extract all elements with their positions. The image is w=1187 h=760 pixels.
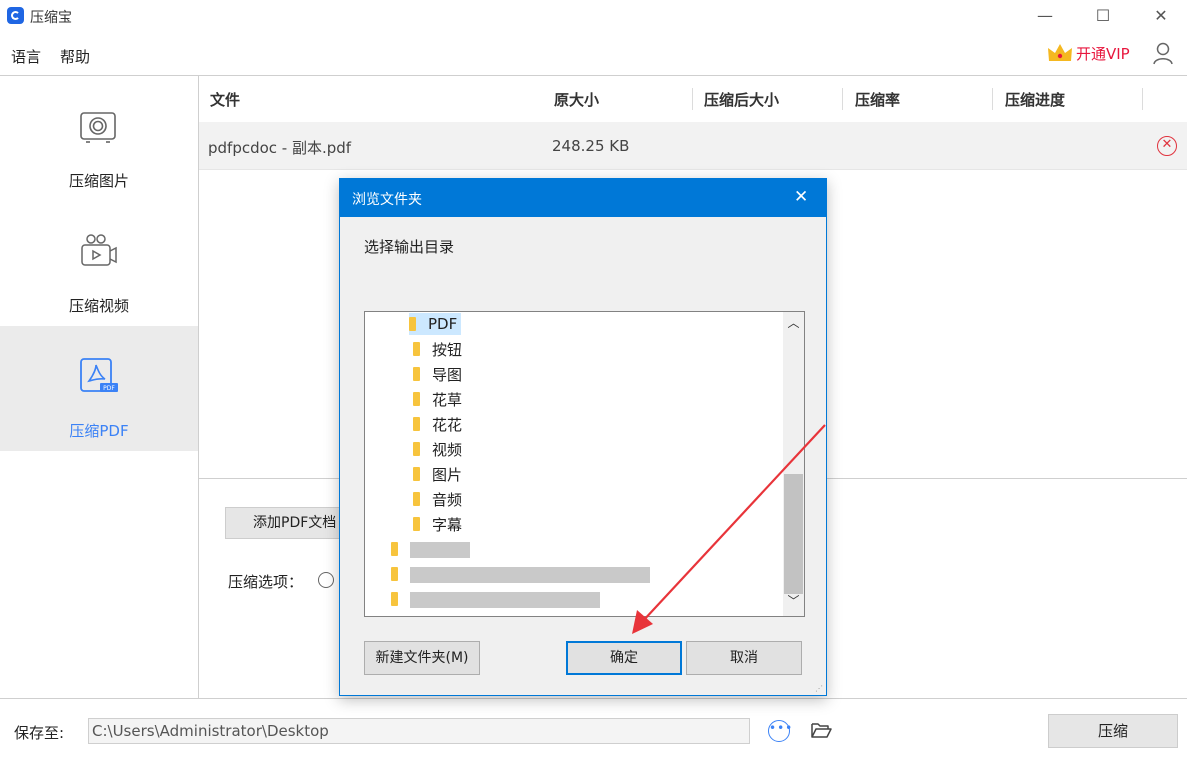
- add-pdf-button[interactable]: 添加PDF文档: [225, 507, 355, 539]
- user-icon[interactable]: [1152, 41, 1174, 65]
- folder-tree[interactable]: PDF 按钮 导图 花草 花花 视频 图片 音频 字幕 ︿ ﹀: [364, 311, 805, 617]
- folder-name: 花花: [432, 415, 463, 434]
- compress-options-label: 压缩选项：: [228, 573, 304, 591]
- remove-file-icon[interactable]: ✕: [1157, 136, 1177, 156]
- tree-item-pdf[interactable]: PDF: [409, 313, 462, 335]
- dialog-subtitle: 选择输出目录: [364, 238, 455, 256]
- tree-item[interactable]: 花草: [413, 388, 462, 410]
- tree-item-redacted[interactable]: [391, 588, 410, 610]
- column-separator: [842, 88, 843, 110]
- menu-bar: 语言 帮助: [0, 36, 1187, 74]
- more-options-icon[interactable]: •••: [768, 720, 792, 742]
- tree-item[interactable]: 音频: [413, 488, 462, 510]
- folder-name: 按钮: [432, 340, 463, 359]
- column-separator: [992, 88, 993, 110]
- folder-icon: [413, 492, 420, 506]
- title-bar: 压缩宝 — ☐ ✕: [0, 0, 1187, 34]
- dialog-close-icon[interactable]: ✕: [794, 187, 808, 207]
- save-to-label: 保存至:: [14, 724, 65, 742]
- camera-icon: [80, 112, 116, 143]
- tree-item[interactable]: 花花: [413, 413, 462, 435]
- tree-item[interactable]: 字幕: [413, 513, 462, 535]
- pdf-icon: PDF: [80, 358, 118, 392]
- sidebar-item-compress-video[interactable]: 压缩视频: [0, 201, 198, 326]
- video-camera-icon: [81, 234, 117, 266]
- folder-icon: [413, 517, 420, 531]
- folder-name: 字幕: [432, 515, 463, 534]
- tree-item[interactable]: 图片: [413, 463, 462, 485]
- folder-icon: [413, 392, 420, 406]
- column-compressed-size: 压缩后大小: [704, 91, 780, 109]
- scroll-thumb[interactable]: [784, 474, 803, 594]
- tree-item-redacted[interactable]: [391, 538, 410, 560]
- column-progress: 压缩进度: [1005, 91, 1066, 109]
- svg-text:PDF: PDF: [103, 385, 115, 392]
- footer-divider: [0, 698, 1187, 699]
- column-separator: [1142, 88, 1143, 110]
- sidebar-item-label: 压缩图片: [68, 172, 129, 190]
- folder-name: 音频: [432, 490, 463, 509]
- folder-icon: [413, 442, 420, 456]
- original-size-cell: 248.25 KB: [552, 137, 630, 155]
- folder-icon: [413, 417, 420, 431]
- sidebar-item-label: 压缩视频: [68, 297, 129, 315]
- compress-option-radio[interactable]: [318, 572, 334, 588]
- app-title: 压缩宝: [30, 10, 72, 26]
- tree-item[interactable]: 按钮: [413, 338, 462, 360]
- column-file: 文件: [210, 91, 241, 109]
- sidebar-item-label: 压缩PDF: [69, 422, 129, 440]
- vip-button[interactable]: 开通VIP: [1046, 40, 1130, 66]
- sidebar-item-compress-pdf[interactable]: PDF 压缩PDF: [0, 326, 198, 451]
- menu-help[interactable]: 帮助: [60, 46, 90, 67]
- tree-scrollbar[interactable]: ︿ ﹀: [783, 312, 804, 616]
- browse-folder-dialog: 浏览文件夹 ✕ 选择输出目录 PDF 按钮 导图 花草 花花 视频 图片 音频 …: [339, 178, 827, 696]
- maximize-button[interactable]: ☐: [1089, 4, 1117, 28]
- vip-label: 开通VIP: [1076, 44, 1130, 63]
- tree-item[interactable]: 导图: [413, 363, 462, 385]
- table-row[interactable]: pdfpcdoc - 副本.pdf 248.25 KB ✕: [199, 122, 1187, 170]
- folder-icon: [391, 592, 398, 606]
- folder-name: 图片: [432, 465, 463, 484]
- open-folder-icon[interactable]: [810, 720, 832, 740]
- compress-button[interactable]: 压缩: [1048, 714, 1178, 748]
- new-folder-button[interactable]: 新建文件夹(M): [364, 641, 480, 675]
- tree-item-redacted[interactable]: [391, 563, 410, 585]
- cancel-button[interactable]: 取消: [686, 641, 802, 675]
- minimize-button[interactable]: —: [1031, 4, 1059, 28]
- folder-icon: [391, 567, 398, 581]
- file-name-cell: pdfpcdoc - 副本.pdf: [208, 139, 352, 157]
- folder-name: 花草: [432, 390, 463, 409]
- folder-icon: [413, 467, 420, 481]
- menu-language[interactable]: 语言: [11, 46, 41, 67]
- folder-name: 导图: [432, 365, 463, 384]
- column-separator: [692, 88, 693, 110]
- folder-name: PDF: [428, 315, 458, 333]
- redacted-text: [410, 592, 600, 608]
- folder-icon: [409, 317, 416, 331]
- scroll-down-arrow-icon[interactable]: ﹀: [783, 592, 804, 614]
- resize-grip-icon[interactable]: ⋰: [815, 684, 823, 693]
- sidebar: 压缩图片 压缩视频 PDF 压缩PDF: [0, 76, 198, 698]
- tree-item[interactable]: 视频: [413, 438, 462, 460]
- app-logo-icon: [7, 7, 24, 24]
- folder-icon: [391, 542, 398, 556]
- crown-icon: [1048, 44, 1072, 61]
- dialog-title-bar[interactable]: 浏览文件夹 ✕: [340, 179, 826, 217]
- folder-name: 视频: [432, 440, 463, 459]
- redacted-text: [410, 567, 650, 583]
- save-path-input[interactable]: [88, 718, 750, 744]
- column-original-size: 原大小: [554, 91, 600, 109]
- sidebar-item-compress-image[interactable]: 压缩图片: [0, 76, 198, 201]
- folder-icon: [413, 367, 420, 381]
- dialog-title: 浏览文件夹: [352, 192, 422, 208]
- close-window-button[interactable]: ✕: [1147, 4, 1175, 28]
- column-ratio: 压缩率: [855, 91, 901, 109]
- redacted-text: [410, 542, 470, 558]
- scroll-up-arrow-icon[interactable]: ︿: [783, 314, 804, 336]
- ok-button[interactable]: 确定: [566, 641, 682, 675]
- file-table-header: 文件 原大小 压缩后大小 压缩率 压缩进度: [199, 76, 1187, 121]
- folder-icon: [413, 342, 420, 356]
